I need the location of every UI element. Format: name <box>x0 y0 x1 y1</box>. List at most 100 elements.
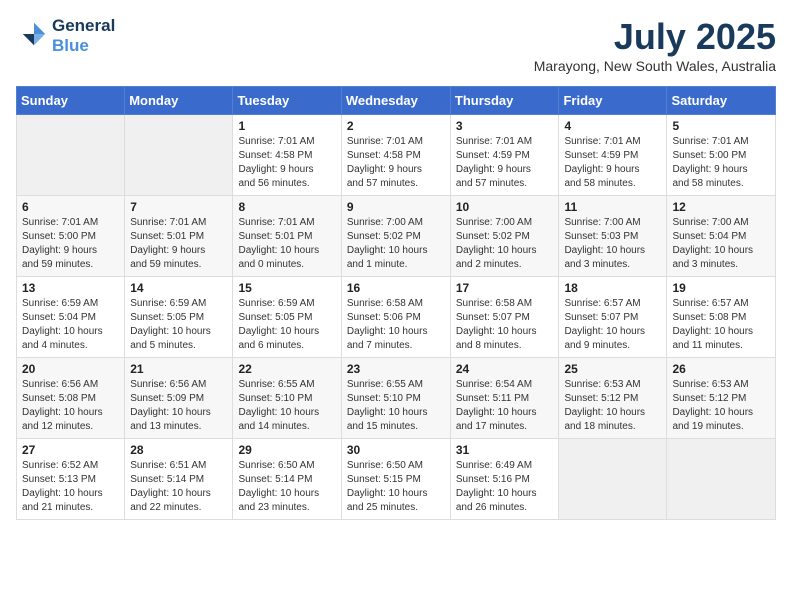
day-info: Sunrise: 7:00 AM Sunset: 5:02 PM Dayligh… <box>456 216 554 272</box>
day-info: Sunrise: 7:00 AM Sunset: 5:03 PM Dayligh… <box>564 216 661 272</box>
calendar-cell: 26Sunrise: 6:53 AM Sunset: 5:12 PM Dayli… <box>667 358 776 439</box>
day-number: 4 <box>564 119 661 133</box>
calendar-cell: 19Sunrise: 6:57 AM Sunset: 5:08 PM Dayli… <box>667 277 776 358</box>
logo-blue: Blue <box>52 36 115 56</box>
logo: General Blue <box>16 16 115 57</box>
day-number: 15 <box>238 281 335 295</box>
weekday-header-friday: Friday <box>559 87 667 115</box>
day-info: Sunrise: 6:53 AM Sunset: 5:12 PM Dayligh… <box>564 378 661 434</box>
day-info: Sunrise: 6:57 AM Sunset: 5:07 PM Dayligh… <box>564 297 661 353</box>
day-number: 26 <box>672 362 770 376</box>
calendar-cell: 23Sunrise: 6:55 AM Sunset: 5:10 PM Dayli… <box>341 358 450 439</box>
day-info: Sunrise: 6:49 AM Sunset: 5:16 PM Dayligh… <box>456 459 554 515</box>
day-number: 11 <box>564 200 661 214</box>
day-number: 27 <box>22 443 119 457</box>
calendar-week-row: 20 Sunrise: 6:56 AM Sunset: 5:08 PM Dayli… <box>17 358 776 439</box>
weekday-header-sunday: Sunday <box>17 87 125 115</box>
day-info: Sunrise: 7:00 AM Sunset: 5:02 PM Dayligh… <box>347 216 445 272</box>
calendar-cell: 4 Sunrise: 7:01 AM Sunset: 4:59 PM Daylig… <box>559 115 667 196</box>
day-info: Sunrise: 6:58 AM Sunset: 5:07 PM Dayligh… <box>456 297 554 353</box>
day-number: 3 <box>456 119 554 133</box>
day-info: Sunrise: 6:58 AM Sunset: 5:06 PM Dayligh… <box>347 297 445 353</box>
day-number: 7 <box>130 200 227 214</box>
day-info: Sunrise: 7:01 AM Sunset: 4:58 PM Dayligh… <box>238 135 335 191</box>
calendar-cell: 20 Sunrise: 6:56 AM Sunset: 5:08 PM Dayli… <box>17 358 125 439</box>
calendar-cell: 28 Sunrise: 6:51 AM Sunset: 5:14 PM Dayli… <box>125 439 233 520</box>
calendar-cell <box>667 439 776 520</box>
day-info: Sunrise: 6:50 AM Sunset: 5:15 PM Dayligh… <box>347 459 445 515</box>
calendar-cell: 2 Sunrise: 7:01 AM Sunset: 4:58 PM Daylig… <box>341 115 450 196</box>
calendar-cell <box>559 439 667 520</box>
day-number: 13 <box>22 281 119 295</box>
day-info: Sunrise: 7:01 AM Sunset: 4:59 PM Dayligh… <box>564 135 661 191</box>
day-number: 5 <box>672 119 770 133</box>
title-section: July 2025 Marayong, New South Wales, Aus… <box>534 16 776 74</box>
calendar-week-row: 1 Sunrise: 7:01 AM Sunset: 4:58 PM Daylig… <box>17 115 776 196</box>
calendar-week-row: 27 Sunrise: 6:52 AM Sunset: 5:13 PM Dayli… <box>17 439 776 520</box>
day-info: Sunrise: 7:01 AM Sunset: 5:01 PM Dayligh… <box>238 216 335 272</box>
day-number: 30 <box>347 443 445 457</box>
day-info: Sunrise: 6:56 AM Sunset: 5:08 PM Dayligh… <box>22 378 119 434</box>
calendar-cell: 27 Sunrise: 6:52 AM Sunset: 5:13 PM Dayli… <box>17 439 125 520</box>
day-number: 1 <box>238 119 335 133</box>
location-title: Marayong, New South Wales, Australia <box>534 58 776 74</box>
day-number: 10 <box>456 200 554 214</box>
day-number: 21 <box>130 362 227 376</box>
day-number: 8 <box>238 200 335 214</box>
calendar-table: SundayMondayTuesdayWednesdayThursdayFrid… <box>16 86 776 520</box>
day-number: 28 <box>130 443 227 457</box>
day-info: Sunrise: 6:59 AM Sunset: 5:05 PM Dayligh… <box>238 297 335 353</box>
calendar-cell: 16 Sunrise: 6:58 AM Sunset: 5:06 PM Dayli… <box>341 277 450 358</box>
calendar-cell: 6 Sunrise: 7:01 AM Sunset: 5:00 PM Daylig… <box>17 196 125 277</box>
calendar-cell: 30 Sunrise: 6:50 AM Sunset: 5:15 PM Dayli… <box>341 439 450 520</box>
calendar-cell: 10 Sunrise: 7:00 AM Sunset: 5:02 PM Dayli… <box>450 196 559 277</box>
calendar-cell: 11 Sunrise: 7:00 AM Sunset: 5:03 PM Dayli… <box>559 196 667 277</box>
calendar-cell: 24Sunrise: 6:54 AM Sunset: 5:11 PM Dayli… <box>450 358 559 439</box>
page-header: General Blue July 2025 Marayong, New Sou… <box>16 16 776 74</box>
day-number: 12 <box>672 200 770 214</box>
weekday-header-monday: Monday <box>125 87 233 115</box>
calendar-cell: 14Sunrise: 6:59 AM Sunset: 5:05 PM Dayli… <box>125 277 233 358</box>
calendar-cell: 25 Sunrise: 6:53 AM Sunset: 5:12 PM Dayli… <box>559 358 667 439</box>
day-number: 22 <box>238 362 335 376</box>
calendar-cell: 15 Sunrise: 6:59 AM Sunset: 5:05 PM Dayli… <box>233 277 341 358</box>
calendar-cell: 9Sunrise: 7:00 AM Sunset: 5:02 PM Daylig… <box>341 196 450 277</box>
calendar-cell: 13 Sunrise: 6:59 AM Sunset: 5:04 PM Dayli… <box>17 277 125 358</box>
logo-icon <box>20 20 48 48</box>
weekday-header-saturday: Saturday <box>667 87 776 115</box>
day-info: Sunrise: 7:01 AM Sunset: 5:00 PM Dayligh… <box>672 135 770 191</box>
calendar-cell: 31 Sunrise: 6:49 AM Sunset: 5:16 PM Dayli… <box>450 439 559 520</box>
calendar-week-row: 6 Sunrise: 7:01 AM Sunset: 5:00 PM Daylig… <box>17 196 776 277</box>
calendar-cell: 18Sunrise: 6:57 AM Sunset: 5:07 PM Dayli… <box>559 277 667 358</box>
day-info: Sunrise: 7:01 AM Sunset: 4:58 PM Dayligh… <box>347 135 445 191</box>
day-number: 17 <box>456 281 554 295</box>
day-info: Sunrise: 6:51 AM Sunset: 5:14 PM Dayligh… <box>130 459 227 515</box>
day-number: 14 <box>130 281 227 295</box>
calendar-cell: 8 Sunrise: 7:01 AM Sunset: 5:01 PM Daylig… <box>233 196 341 277</box>
day-info: Sunrise: 6:54 AM Sunset: 5:11 PM Dayligh… <box>456 378 554 434</box>
day-info: Sunrise: 6:55 AM Sunset: 5:10 PM Dayligh… <box>238 378 335 434</box>
day-info: Sunrise: 7:01 AM Sunset: 5:01 PM Dayligh… <box>130 216 227 272</box>
weekday-header-wednesday: Wednesday <box>341 87 450 115</box>
day-number: 2 <box>347 119 445 133</box>
calendar-cell <box>125 115 233 196</box>
day-number: 31 <box>456 443 554 457</box>
calendar-cell: 21 Sunrise: 6:56 AM Sunset: 5:09 PM Dayli… <box>125 358 233 439</box>
day-number: 6 <box>22 200 119 214</box>
month-title: July 2025 <box>534 16 776 58</box>
day-number: 29 <box>238 443 335 457</box>
day-number: 16 <box>347 281 445 295</box>
calendar-cell: 22 Sunrise: 6:55 AM Sunset: 5:10 PM Dayli… <box>233 358 341 439</box>
day-number: 19 <box>672 281 770 295</box>
logo-general: General <box>52 16 115 36</box>
calendar-cell: 29Sunrise: 6:50 AM Sunset: 5:14 PM Dayli… <box>233 439 341 520</box>
day-info: Sunrise: 6:56 AM Sunset: 5:09 PM Dayligh… <box>130 378 227 434</box>
day-info: Sunrise: 7:01 AM Sunset: 4:59 PM Dayligh… <box>456 135 554 191</box>
day-number: 25 <box>564 362 661 376</box>
day-info: Sunrise: 7:00 AM Sunset: 5:04 PM Dayligh… <box>672 216 770 272</box>
day-info: Sunrise: 6:59 AM Sunset: 5:04 PM Dayligh… <box>22 297 119 353</box>
day-info: Sunrise: 7:01 AM Sunset: 5:00 PM Dayligh… <box>22 216 119 272</box>
day-number: 20 <box>22 362 119 376</box>
day-info: Sunrise: 6:52 AM Sunset: 5:13 PM Dayligh… <box>22 459 119 515</box>
weekday-header-tuesday: Tuesday <box>233 87 341 115</box>
